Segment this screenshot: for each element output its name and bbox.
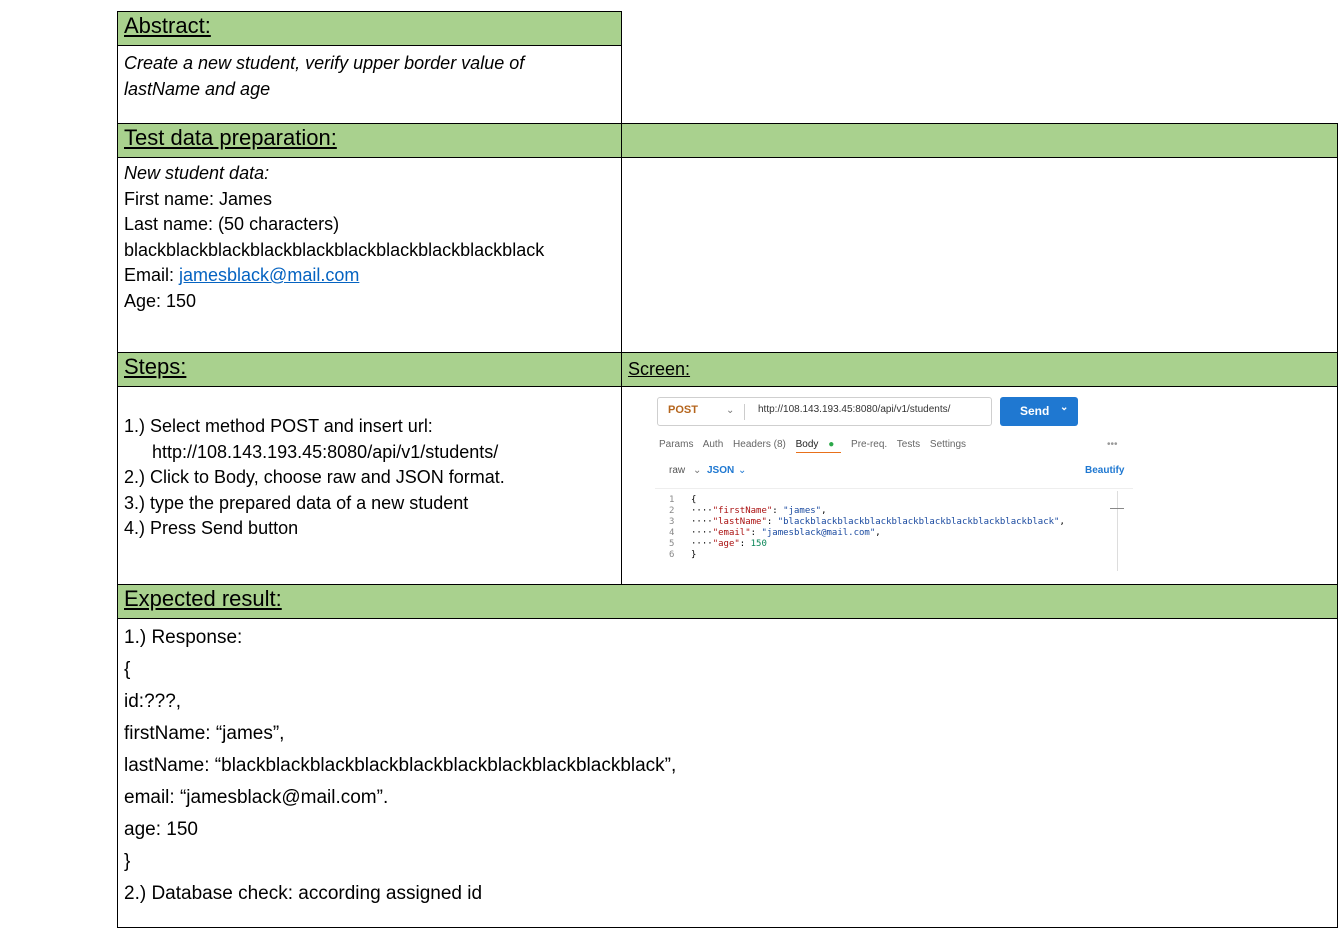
- step-1-url: http://108.143.193.45:8080/api/v1/studen…: [152, 441, 499, 462]
- test-data-heading: Test data preparation:: [124, 125, 337, 150]
- code-line-2: 2 ····"firstName": "james",: [669, 506, 827, 516]
- code-editor: 1{ 2 ····"firstName": "james", 3 ····"last…: [669, 495, 1065, 561]
- tab-params: Params: [659, 439, 694, 450]
- tab-auth: Auth: [702, 439, 724, 450]
- editor-divider: [655, 488, 1133, 489]
- code-brace-open: {: [691, 495, 697, 505]
- steps-heading: Steps:: [124, 354, 187, 379]
- steps-body: 1.) Select method POST and insert url: h…: [117, 386, 622, 585]
- tab-settings: Settings: [929, 439, 967, 450]
- abstract-text-1: Create a new student, verify upper borde…: [124, 53, 525, 73]
- expected-line-7: age: 150: [124, 819, 198, 840]
- code-val-email: "jamesblack@mail.com": [761, 528, 876, 538]
- send-label: Send: [1020, 404, 1050, 418]
- expected-heading: Expected result:: [124, 586, 282, 611]
- body-mode-select: raw: [669, 465, 686, 476]
- code-val-lastname: "blackblackblackblackblackblackblackblac…: [777, 517, 1060, 527]
- step-1: 1.) Select method POST and insert url:: [124, 416, 433, 436]
- steps-header: Steps:: [117, 352, 622, 387]
- test-data-last-name-value: blackblackblackblackblackblackblackblack…: [124, 239, 545, 260]
- test-data-right-cell: [621, 157, 1338, 353]
- code-line-3: 3 ····"lastName": "blackblackblackblackbl…: [669, 517, 1065, 527]
- expected-body: 1.) Response: { id:???, firstName: “jame…: [117, 618, 1338, 928]
- code-line-6: 6}: [669, 550, 697, 560]
- code-line-4: 4 ····"email": "jamesblack@mail.com",: [669, 528, 881, 538]
- code-brace-close: }: [691, 550, 697, 560]
- expected-line-1: 1.) Response:: [124, 627, 243, 648]
- editor-scroll-thumb: [1110, 508, 1124, 509]
- code-val-firstname: "james": [783, 506, 822, 516]
- send-chevron-icon: ⌄: [1060, 402, 1069, 413]
- method-select: POST: [668, 404, 698, 416]
- json-chevron-icon: ⌄: [738, 465, 747, 476]
- test-data-intro: New student data:: [124, 163, 270, 183]
- test-data-header: Test data preparation:: [117, 123, 1338, 158]
- send-button: Send ⌄: [1000, 397, 1078, 426]
- screen-header: Screen:: [621, 352, 1338, 387]
- expected-line-8: }: [124, 851, 131, 872]
- test-data-last-name: Last name: (50 characters): [124, 214, 340, 234]
- request-tabs: Params Auth Headers (8) Body ● Pre-req. …: [659, 439, 973, 453]
- abstract-heading: Abstract:: [124, 13, 211, 38]
- code-key-firstname: "firstName": [712, 506, 773, 516]
- abstract-body: Create a new student, verify upper borde…: [117, 45, 622, 124]
- email-link[interactable]: jamesblack@mail.com: [179, 265, 359, 285]
- test-data-first-name: First name: James: [124, 188, 273, 209]
- code-val-age: 150: [750, 539, 767, 549]
- code-key-email: "email": [712, 528, 751, 538]
- code-line-5: 5 ····"age": 150: [669, 539, 767, 549]
- tab-tests: Tests: [896, 439, 921, 450]
- expected-line-9: 2.) Database check: according assigned i…: [124, 883, 483, 904]
- raw-chevron-icon: ⌄: [693, 465, 702, 476]
- expected-line-3: id:???,: [124, 691, 182, 712]
- tab-body-label: Body: [795, 439, 819, 450]
- tab-prereq: Pre-req.: [851, 439, 888, 450]
- url-text: http://108.143.193.45:8080/api/v1/studen…: [758, 404, 951, 415]
- tab-headers: Headers (8): [733, 439, 786, 450]
- editor-scroll-track: [1117, 491, 1118, 571]
- expected-header: Expected result:: [117, 584, 1338, 619]
- tab-body: Body ●: [795, 439, 842, 453]
- expected-line-2: {: [124, 659, 131, 680]
- url-separator: [744, 404, 745, 420]
- code-line-1: 1{: [669, 495, 697, 505]
- test-data-body: New student data: First name: James Last…: [117, 157, 622, 353]
- body-dot-icon: ●: [828, 439, 835, 450]
- url-bar: POST ⌄ http://108.143.193.45:8080/api/v1…: [657, 397, 992, 426]
- expected-line-4: firstName: “james”,: [124, 723, 285, 744]
- format-select: JSON: [707, 465, 735, 476]
- abstract-text-2: lastName and age: [124, 78, 271, 99]
- step-4: 4.) Press Send button: [124, 518, 299, 538]
- code-key-age: "age": [712, 539, 740, 549]
- expected-line-5: lastName: “blackblackblackblackblackblac…: [124, 755, 677, 776]
- expected-line-6: email: “jamesblack@mail.com”.: [124, 787, 389, 808]
- code-key-lastname: "lastName": [712, 517, 767, 527]
- test-data-age: Age: 150: [124, 290, 197, 311]
- method-chevron-icon: ⌄: [726, 405, 735, 416]
- abstract-header: Abstract:: [117, 11, 622, 46]
- step-3: 3.) type the prepared data of a new stud…: [124, 492, 469, 513]
- test-data-header-divider: [621, 123, 622, 158]
- step-2: 2.) Click to Body, choose raw and JSON f…: [124, 467, 505, 487]
- more-icon: •••: [1107, 439, 1118, 450]
- screen-heading: Screen:: [628, 359, 691, 379]
- test-data-email: Email: jamesblack@mail.com: [124, 263, 621, 289]
- postman-screenshot: POST ⌄ http://108.143.193.45:8080/api/v1…: [655, 395, 1133, 578]
- beautify-link: Beautify: [1085, 465, 1125, 476]
- email-label: Email:: [124, 265, 180, 285]
